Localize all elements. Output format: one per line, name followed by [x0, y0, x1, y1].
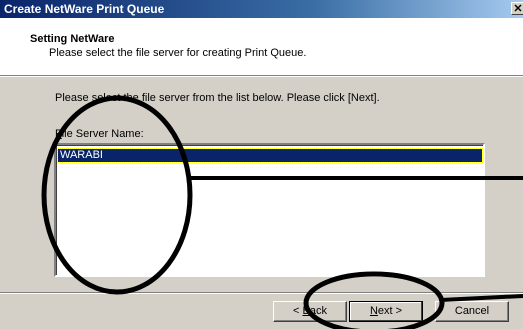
file-server-listbox[interactable]: WARABI — [54, 143, 485, 277]
footer-separator — [0, 292, 523, 294]
header-divider — [0, 76, 523, 77]
annotation-line-next — [440, 294, 523, 302]
header-title: Setting NetWare — [30, 33, 115, 45]
next-label-rest: ext > — [377, 305, 403, 317]
cancel-button[interactable]: Cancel — [435, 301, 509, 322]
window-title: Create NetWare Print Queue — [4, 2, 165, 16]
file-server-label-rest: ile Server Name: — [61, 128, 144, 140]
list-item[interactable]: WARABI — [57, 148, 483, 163]
back-button[interactable]: < Back — [273, 301, 347, 322]
title-bar[interactable]: Create NetWare Print Queue ✕ — [0, 0, 523, 18]
file-server-label: File Server Name: — [55, 128, 144, 140]
next-button[interactable]: Next > — [349, 301, 423, 322]
back-label-prefix: < — [293, 305, 303, 317]
close-icon[interactable]: ✕ — [511, 2, 523, 15]
header-subtitle: Please select the file server for creati… — [49, 47, 307, 59]
wizard-header: Setting NetWare Please select the file s… — [0, 18, 523, 76]
next-label-accel: N — [369, 305, 378, 317]
dialog-window: Create NetWare Print Queue ✕ Setting Net… — [0, 0, 523, 329]
back-label-rest: ack — [309, 305, 327, 317]
back-label-accel: B — [302, 305, 310, 317]
instruction-text: Please select the file server from the l… — [55, 92, 380, 104]
file-server-label-accel: F — [55, 128, 62, 140]
